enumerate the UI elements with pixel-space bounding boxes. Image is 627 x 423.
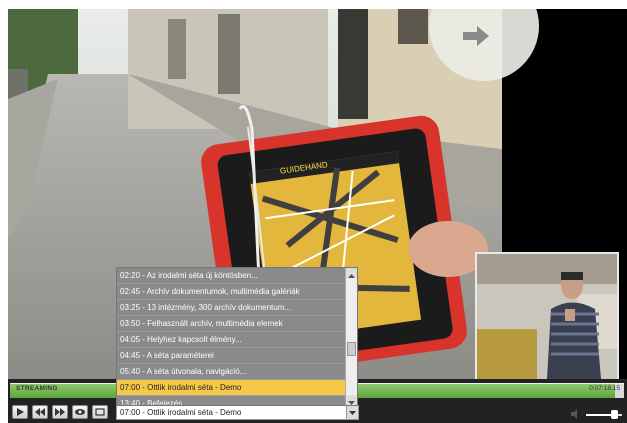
time-display: 0:07:18.15 <box>589 385 620 392</box>
speaker-video-frame <box>477 254 617 379</box>
chapter-dropdown-list[interactable]: 02:20 - Az irodalmi séta új köntösben...… <box>116 267 358 406</box>
chapter-select-value: 07:00 - Ottlik irodalmi séta - Demo <box>120 408 242 417</box>
scroll-up-icon[interactable] <box>346 268 357 278</box>
chapter-item[interactable]: 13:40 - Befejezés <box>117 396 347 405</box>
fast-forward-icon <box>55 408 65 416</box>
volume-handle[interactable] <box>610 410 618 419</box>
play-icon <box>17 408 24 416</box>
chapter-item[interactable]: 04:05 - Helyhez kapcsolt élmény... <box>117 332 347 348</box>
chapter-item[interactable]: 03:25 - 13 intézmény, 300 archív dokumen… <box>117 300 347 316</box>
chapter-item[interactable]: 02:45 - Archív dokumentumok, multimédia … <box>117 284 347 300</box>
chapter-select[interactable]: 07:00 - Ottlik irodalmi séta - Demo <box>116 405 359 420</box>
rewind-button[interactable] <box>32 405 48 419</box>
chapter-item[interactable]: 04:45 - A séta paraméterei <box>117 348 347 364</box>
eye-icon <box>75 409 85 415</box>
view-toggle-button[interactable] <box>72 405 88 419</box>
fullscreen-button[interactable] <box>92 405 108 419</box>
volume-icon[interactable] <box>571 409 581 419</box>
next-arrow-icon[interactable] <box>463 26 489 46</box>
speaker-video-pip[interactable] <box>475 252 619 381</box>
chapter-item[interactable]: 03:50 - Felhasznált archív, multimédia e… <box>117 316 347 332</box>
play-button[interactable] <box>12 405 28 419</box>
scroll-thumb[interactable] <box>347 342 356 356</box>
rewind-icon <box>35 408 45 416</box>
streaming-label: STREAMING <box>16 385 58 392</box>
dropdown-scrollbar[interactable] <box>345 268 357 405</box>
chapter-item[interactable]: 07:00 - Ottlik irodalmi séta - Demo <box>117 380 347 396</box>
chapter-item[interactable]: 05:40 - A séta útvonala, navigáció... <box>117 364 347 380</box>
fullscreen-icon <box>95 408 105 416</box>
fast-forward-button[interactable] <box>52 405 68 419</box>
video-player: GUIDEHAND STREAMING 0:07:18.15 07:00 - O… <box>8 9 627 423</box>
scroll-down-icon[interactable] <box>346 395 357 405</box>
chapter-list: 02:20 - Az irodalmi séta új köntösben...… <box>117 268 347 405</box>
chevron-down-icon[interactable] <box>346 406 358 419</box>
chapter-item[interactable]: 02:20 - Az irodalmi séta új köntösben... <box>117 268 347 284</box>
